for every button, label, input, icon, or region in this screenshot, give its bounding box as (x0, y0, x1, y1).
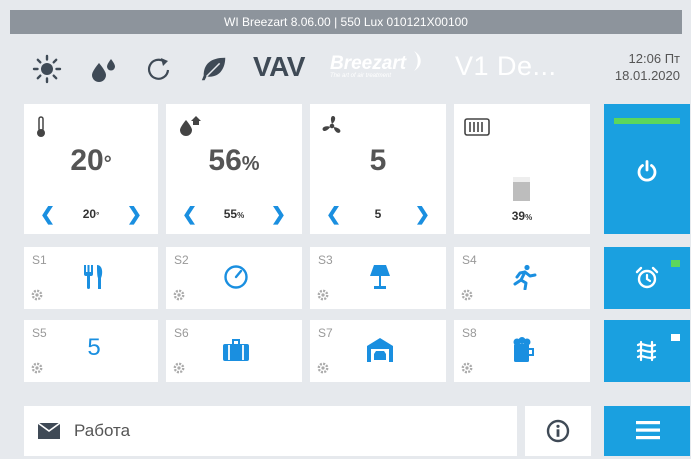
gear-icon[interactable] (31, 289, 43, 301)
filter-percent: 39% (511, 209, 533, 223)
message-bar[interactable]: Работа (24, 406, 517, 456)
humidity-increase-button[interactable]: ❯ (271, 204, 286, 225)
fan-speed-value: 5 (369, 144, 387, 177)
scene-label: S8 (462, 326, 477, 340)
filter-level-bar (513, 177, 530, 201)
status-title-bar: WI Breezart 8.06.00 | 550 Lux 010121X001… (10, 10, 682, 34)
brand-logo: Breezart The art of air treatment (330, 50, 425, 79)
gear-icon[interactable] (317, 289, 329, 301)
scene-value: 5 (87, 334, 101, 361)
scene-label: S2 (174, 253, 189, 267)
alarm-status-indicator (671, 260, 680, 267)
scene-s6[interactable]: S6 (166, 320, 302, 382)
scene-s2[interactable]: S2 (166, 247, 302, 309)
gear-icon[interactable] (317, 362, 329, 374)
date-time: 12:06 Пт 18.01.2020 (614, 51, 680, 83)
filter-level-fill (513, 182, 530, 201)
fork-knife-icon (69, 261, 119, 293)
heater-icon (636, 340, 657, 362)
scene-s7[interactable]: S7 (310, 320, 446, 382)
alarm-clock-button[interactable] (604, 247, 690, 309)
thermometer-icon (37, 116, 45, 137)
home-humidity-icon (180, 116, 201, 136)
scene-label: S7 (318, 326, 333, 340)
filter-icon (464, 118, 490, 136)
temperature-increase-button[interactable]: ❯ (127, 204, 142, 225)
humidity-tile[interactable]: 56% ❮ 55% ❯ (166, 104, 302, 234)
fan-icon (322, 116, 341, 133)
scene-label: S5 (32, 326, 47, 340)
scene-s1[interactable]: S1 (24, 247, 158, 309)
power-icon (637, 160, 657, 182)
scene-s4[interactable]: S4 (454, 247, 590, 309)
temperature-value: 20° (70, 144, 112, 177)
scene-label: S1 (32, 253, 47, 267)
humidity-value: 56% (208, 144, 260, 177)
gear-icon[interactable] (461, 362, 473, 374)
power-button[interactable] (604, 104, 690, 234)
beer-mug-icon (499, 334, 549, 366)
fan-increase-button[interactable]: ❯ (415, 204, 430, 225)
scene-label: S6 (174, 326, 189, 340)
device-name[interactable]: V1 De... (455, 51, 557, 82)
running-person-icon (499, 261, 549, 293)
menu-button[interactable] (604, 406, 690, 456)
scene-s5[interactable]: S5 5 (24, 320, 158, 382)
lamp-icon (355, 261, 405, 293)
gear-icon[interactable] (173, 362, 185, 374)
leaf-icon[interactable] (199, 54, 229, 84)
scene-s3[interactable]: S3 (310, 247, 446, 309)
gauge-icon (211, 261, 261, 293)
gear-icon[interactable] (461, 289, 473, 301)
humidity-drops-icon[interactable] (88, 54, 118, 84)
info-icon (546, 419, 570, 443)
recirculation-icon[interactable] (144, 54, 174, 84)
power-status-indicator (614, 118, 680, 124)
hamburger-menu-icon (636, 421, 660, 440)
fan-tile[interactable]: 5 ❮ 5 ❯ (310, 104, 446, 234)
suitcase-icon (211, 334, 261, 366)
gear-icon[interactable] (173, 289, 185, 301)
scene-label: S4 (462, 253, 477, 267)
vav-label[interactable]: VAV (253, 51, 305, 83)
message-text: Работа (74, 421, 131, 440)
alarm-clock-icon (635, 266, 659, 289)
heater-button[interactable] (604, 320, 690, 382)
scene-label: S3 (318, 253, 333, 267)
garage-icon (355, 334, 405, 366)
sun-icon[interactable] (32, 54, 62, 84)
temperature-tile[interactable]: 20° ❮ 20° ❯ (24, 104, 158, 234)
scene-s8[interactable]: S8 (454, 320, 590, 382)
info-button[interactable] (525, 406, 591, 456)
filter-tile[interactable]: 39% (454, 104, 590, 234)
envelope-icon (38, 423, 60, 439)
gear-icon[interactable] (31, 362, 43, 374)
top-bar: VAV Breezart The art of air treatment V1… (10, 34, 682, 100)
heater-status-indicator (671, 334, 680, 341)
